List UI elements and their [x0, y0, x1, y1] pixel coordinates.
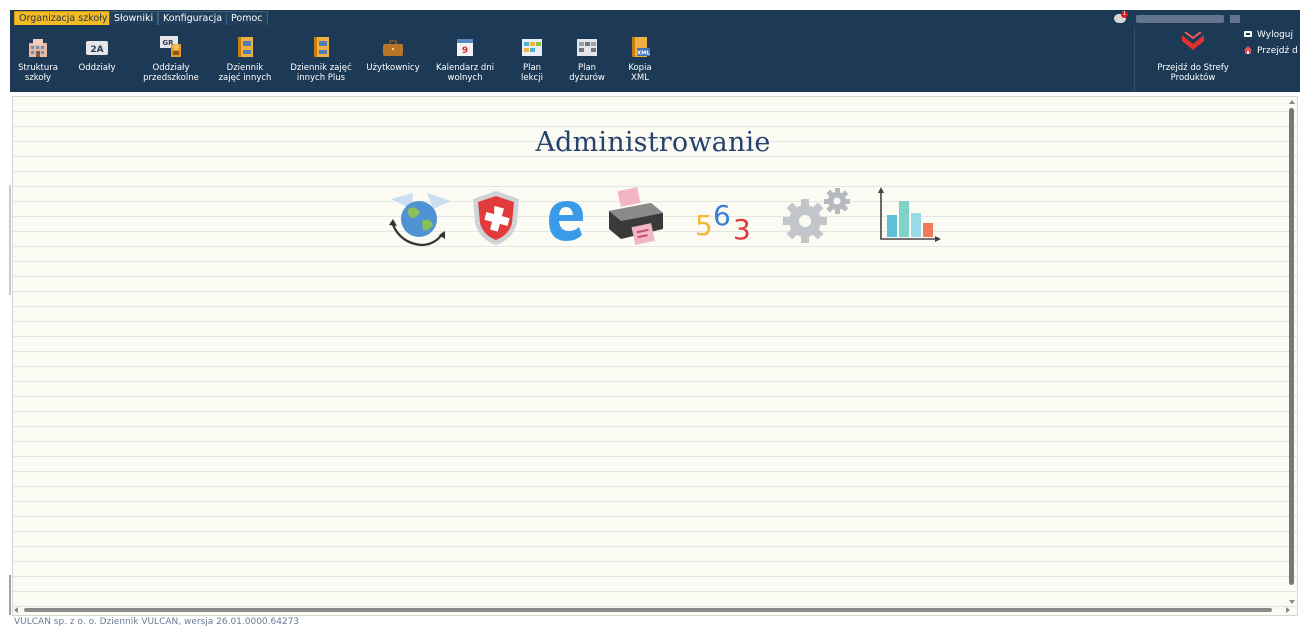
numbers-563-icon[interactable]: 5 6 3 — [693, 185, 761, 249]
tab-slowniki[interactable]: Słowniki — [109, 11, 159, 25]
toolbar-label: Dziennik zajęć innych — [218, 63, 272, 83]
svg-text:XML: XML — [637, 51, 651, 57]
toolbar-oddzialy-przedszkolne[interactable]: GR Oddziały przedszkolne — [138, 30, 204, 83]
scroll-up-icon[interactable] — [1289, 100, 1295, 104]
home-icon — [1244, 46, 1252, 54]
toolbar-label: Kalendarz dni wolnych — [435, 63, 495, 83]
toolbar: Struktura szkoły 2A Oddziały GR Oddziały… — [10, 26, 1130, 92]
briefcase-icon — [382, 36, 404, 58]
vulcan-chevron-icon — [1180, 31, 1206, 54]
main-content: Administrowanie 5 6 3 — [12, 96, 1298, 616]
journal-icon — [234, 36, 256, 58]
top-ribbon: Organizacja szkoły Słowniki Konfiguracja… — [10, 10, 1300, 92]
lesson-plan-icon — [521, 36, 543, 58]
globe-exchange-icon[interactable] — [381, 185, 459, 249]
horizontal-scrollbar[interactable] — [14, 606, 1294, 615]
vertical-scrollbar-thumb[interactable] — [1289, 108, 1294, 585]
xml-copy-icon: XML — [629, 36, 651, 58]
toolbar-plan-lekcji[interactable]: Plan lekcji — [512, 30, 552, 83]
strefa-produktow-button[interactable]: Przejdź do Strefy Produktów — [1139, 30, 1247, 83]
user-role-blurred[interactable] — [1230, 15, 1240, 23]
toolbar-uzytkownicy[interactable]: Użytkownicy — [365, 30, 421, 73]
svg-text:3: 3 — [733, 213, 751, 246]
scroll-down-icon[interactable] — [1289, 600, 1295, 604]
toolbar-plan-dyzurow[interactable]: Plan dyżurów — [564, 30, 610, 83]
user-area: 1 — [1114, 11, 1274, 25]
building-icon — [27, 36, 49, 58]
footer-version: VULCAN sp. z o. o. Dziennik VULCAN, wers… — [14, 617, 300, 627]
menu-bar: Organizacja szkoły Słowniki Konfiguracja… — [10, 10, 1300, 26]
svg-text:5: 5 — [695, 209, 713, 242]
journal-plus-icon — [310, 36, 332, 58]
toolbar-oddzialy[interactable]: 2A Oddziały — [72, 30, 122, 73]
left-edge-marker — [9, 575, 11, 615]
strefa-label: Przejdź do Strefy Produktów — [1157, 63, 1229, 83]
scroll-right-icon[interactable] — [1286, 607, 1290, 613]
toolbar-dziennik-zajec-innych[interactable]: Dziennik zajęć innych — [214, 30, 276, 83]
svg-text:6: 6 — [713, 199, 731, 232]
vertical-scrollbar[interactable] — [1287, 100, 1296, 610]
duty-plan-icon — [576, 36, 598, 58]
security-shield-icon[interactable] — [467, 185, 525, 249]
toolbar-label: Plan dyżurów — [569, 63, 605, 83]
logout-icon — [1244, 30, 1252, 38]
notification-badge: 1 — [1121, 11, 1128, 18]
gears-icon[interactable] — [775, 185, 865, 249]
toolbar-label: Dziennik zajęć innych Plus — [290, 63, 352, 83]
goto-label: Przejdź d — [1257, 46, 1298, 56]
user-name-blurred[interactable] — [1136, 15, 1224, 23]
toolbar-label: Oddziały — [78, 63, 116, 73]
toolbar-label: Użytkownicy — [366, 63, 420, 73]
horizontal-scrollbar-thumb[interactable] — [24, 608, 1272, 612]
toolbar-struktura-szkoly[interactable]: Struktura szkoły — [14, 30, 62, 83]
toolbar-label: Oddziały przedszkolne — [143, 63, 199, 83]
toolbar-kopia-xml[interactable]: XML Kopia XML — [620, 30, 660, 83]
tab-konfiguracja[interactable]: Konfiguracja — [158, 11, 228, 25]
e-letter-icon[interactable] — [541, 185, 589, 249]
calendar-icon: 9 — [454, 36, 476, 58]
svg-text:2A: 2A — [90, 45, 103, 55]
class-2a-icon: 2A — [86, 36, 108, 58]
left-edge-marker — [9, 185, 11, 295]
logout-label: Wyloguj — [1257, 30, 1293, 40]
tab-pomoc[interactable]: Pomoc — [226, 11, 268, 25]
page-title: Administrowanie — [535, 127, 771, 158]
logout-link[interactable]: Wyloguj — [1244, 30, 1293, 40]
toolbar-kalendarz-dni-wolnych[interactable]: 9 Kalendarz dni wolnych — [433, 30, 497, 83]
scroll-left-icon[interactable] — [14, 607, 18, 613]
tab-organizacja-szkoly[interactable]: Organizacja szkoły — [14, 11, 113, 25]
svg-text:9: 9 — [462, 46, 468, 56]
preschool-group-icon: GR — [160, 36, 182, 58]
toolbar-label: Struktura szkoły — [18, 63, 58, 83]
toolbar-dziennik-zajec-innych-plus[interactable]: Dziennik zajęć innych Plus — [286, 30, 356, 83]
goto-link[interactable]: Przejdź d — [1244, 46, 1298, 56]
toolbar-label: Kopia XML — [628, 63, 652, 83]
bar-chart-icon[interactable] — [875, 185, 943, 249]
printer-icon[interactable] — [603, 185, 667, 249]
toolbar-label: Plan lekcji — [521, 63, 543, 83]
right-panel: Przejdź do Strefy Produktów Wyloguj Prze… — [1134, 26, 1300, 92]
